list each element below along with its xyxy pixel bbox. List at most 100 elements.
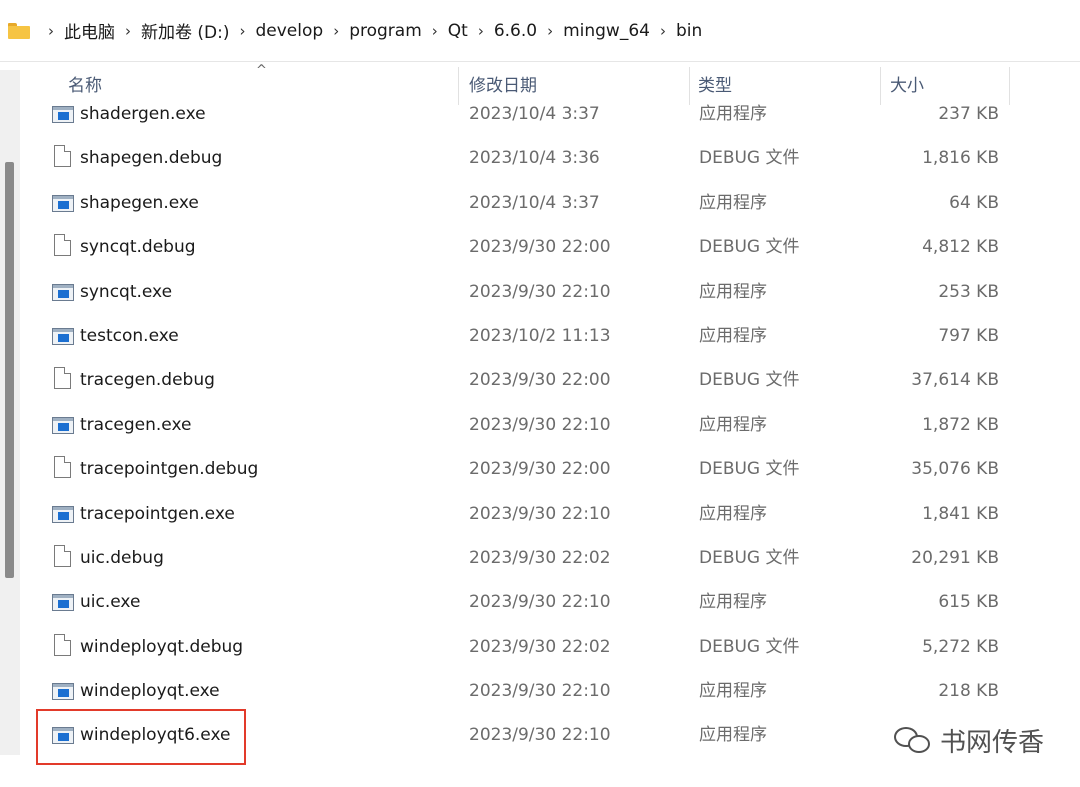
file-size: 5,272 KB <box>922 636 999 657</box>
file-row[interactable]: uic.debug 2023/9/30 22:02 DEBUG 文件 20,29… <box>20 536 1020 580</box>
file-type: 应用程序 <box>699 192 767 213</box>
file-row[interactable]: windeployqt.exe 2023/9/30 22:10 应用程序 218… <box>20 669 1020 713</box>
file-name[interactable]: syncqt.debug <box>80 225 196 269</box>
chevron-right-icon[interactable]: › <box>426 22 444 40</box>
chevron-right-icon[interactable]: › <box>119 22 137 40</box>
exe-icon <box>52 106 74 123</box>
file-type: 应用程序 <box>699 725 767 746</box>
file-size: 615 KB <box>938 592 999 613</box>
chevron-right-icon[interactable]: › <box>654 22 672 40</box>
highlight-annotation <box>36 709 246 765</box>
file-row[interactable]: tracegen.debug 2023/9/30 22:00 DEBUG 文件 … <box>20 358 1020 402</box>
file-name[interactable]: shapegen.debug <box>80 136 222 180</box>
file-type: 应用程序 <box>699 503 767 524</box>
file-type: DEBUG 文件 <box>699 547 800 568</box>
breadcrumb-this-pc[interactable]: 此电脑 <box>64 18 115 43</box>
file-name[interactable]: tracegen.debug <box>80 358 215 402</box>
file-row[interactable]: tracepointgen.debug 2023/9/30 22:00 DEBU… <box>20 447 1020 491</box>
file-name[interactable]: windeployqt.exe <box>80 669 220 713</box>
file-row[interactable]: windeployqt.debug 2023/9/30 22:02 DEBUG … <box>20 625 1020 669</box>
file-size: 35,076 KB <box>911 459 999 480</box>
file-size: 218 KB <box>938 681 999 702</box>
file-type: 应用程序 <box>699 414 767 435</box>
file-name[interactable]: testcon.exe <box>80 314 179 358</box>
file-size: 797 KB <box>938 325 999 346</box>
file-name[interactable]: uic.exe <box>80 580 140 624</box>
file-date: 2023/9/30 22:10 <box>469 503 611 524</box>
file-type: 应用程序 <box>699 325 767 346</box>
file-name[interactable]: uic.debug <box>80 536 164 580</box>
exe-icon <box>52 505 74 523</box>
file-type: DEBUG 文件 <box>699 370 800 391</box>
file-name[interactable]: tracegen.exe <box>80 403 191 447</box>
file-date: 2023/10/4 3:37 <box>469 192 600 213</box>
file-icon <box>54 544 71 567</box>
exe-icon <box>52 416 74 434</box>
file-row[interactable]: shapegen.exe 2023/10/4 3:37 应用程序 64 KB <box>20 181 1020 225</box>
file-icon <box>54 367 71 390</box>
breadcrumb-mingw[interactable]: mingw_64 <box>563 21 650 41</box>
file-date: 2023/9/30 22:10 <box>469 414 611 435</box>
file-icon <box>54 145 71 168</box>
file-type: 应用程序 <box>699 104 767 124</box>
file-row[interactable]: tracegen.exe 2023/9/30 22:10 应用程序 1,872 … <box>20 403 1020 447</box>
file-size: 237 KB <box>938 104 999 124</box>
breadcrumb-develop[interactable]: develop <box>256 21 324 41</box>
file-row[interactable]: shadergen.exe 2023/10/4 3:37 应用程序 237 KB <box>20 92 1020 136</box>
exe-icon <box>52 194 74 212</box>
file-date: 2023/9/30 22:02 <box>469 547 611 568</box>
file-type: 应用程序 <box>699 281 767 302</box>
file-type: 应用程序 <box>699 592 767 613</box>
chevron-right-icon[interactable]: › <box>42 22 60 40</box>
file-list: shadergen.exe 2023/10/4 3:37 应用程序 237 KB… <box>20 92 1020 758</box>
file-icon <box>54 456 71 479</box>
file-name[interactable]: syncqt.exe <box>80 270 172 314</box>
file-date: 2023/9/30 22:10 <box>469 725 611 746</box>
file-size: 1,841 KB <box>922 503 999 524</box>
file-date: 2023/9/30 22:00 <box>469 237 611 258</box>
file-date: 2023/9/30 22:10 <box>469 281 611 302</box>
file-name[interactable]: shapegen.exe <box>80 181 199 225</box>
chevron-right-icon[interactable]: › <box>472 22 490 40</box>
file-icon <box>54 234 71 257</box>
file-name[interactable]: windeployqt.debug <box>80 625 243 669</box>
file-date: 2023/9/30 22:02 <box>469 636 611 657</box>
file-size: 253 KB <box>938 281 999 302</box>
file-size: 37,614 KB <box>911 370 999 391</box>
watermark: 书网传香 <box>894 720 1044 760</box>
file-row[interactable]: uic.exe 2023/9/30 22:10 应用程序 615 KB <box>20 580 1020 624</box>
file-icon <box>54 633 71 656</box>
address-bar[interactable]: › 此电脑 › 新加卷 (D:) › develop › program › Q… <box>0 0 1080 62</box>
file-row[interactable]: testcon.exe 2023/10/2 11:13 应用程序 797 KB <box>20 314 1020 358</box>
file-date: 2023/10/4 3:37 <box>469 104 600 124</box>
file-size: 20,291 KB <box>911 547 999 568</box>
breadcrumb-drive-d[interactable]: 新加卷 (D:) <box>141 18 230 43</box>
watermark-text: 书网传香 <box>940 727 1045 758</box>
breadcrumb-bin[interactable]: bin <box>676 21 702 41</box>
file-size: 1,872 KB <box>922 414 999 435</box>
breadcrumb-version[interactable]: 6.6.0 <box>494 21 537 41</box>
file-row[interactable]: syncqt.debug 2023/9/30 22:00 DEBUG 文件 4,… <box>20 225 1020 269</box>
file-name[interactable]: shadergen.exe <box>80 92 206 136</box>
sort-ascending-icon: ^ <box>256 63 267 78</box>
file-size: 4,812 KB <box>922 237 999 258</box>
file-date: 2023/9/30 22:00 <box>469 459 611 480</box>
scrollbar-thumb[interactable] <box>5 162 14 578</box>
file-date: 2023/10/4 3:36 <box>469 148 600 169</box>
chevron-right-icon[interactable]: › <box>327 22 345 40</box>
breadcrumb-qt[interactable]: Qt <box>448 21 468 41</box>
file-row[interactable]: syncqt.exe 2023/9/30 22:10 应用程序 253 KB <box>20 270 1020 314</box>
file-name[interactable]: tracepointgen.exe <box>80 492 235 536</box>
file-row[interactable]: tracepointgen.exe 2023/9/30 22:10 应用程序 1… <box>20 492 1020 536</box>
file-type: 应用程序 <box>699 681 767 702</box>
breadcrumb-program[interactable]: program <box>349 21 422 41</box>
chevron-right-icon[interactable]: › <box>541 22 559 40</box>
scrollbar-track[interactable] <box>0 70 20 755</box>
file-date: 2023/10/2 11:13 <box>469 325 611 346</box>
chevron-right-icon[interactable]: › <box>234 22 252 40</box>
exe-icon <box>52 283 74 301</box>
file-name[interactable]: tracepointgen.debug <box>80 447 258 491</box>
exe-icon <box>52 683 74 701</box>
file-row[interactable]: shapegen.debug 2023/10/4 3:36 DEBUG 文件 1… <box>20 136 1020 180</box>
exe-icon <box>52 327 74 345</box>
